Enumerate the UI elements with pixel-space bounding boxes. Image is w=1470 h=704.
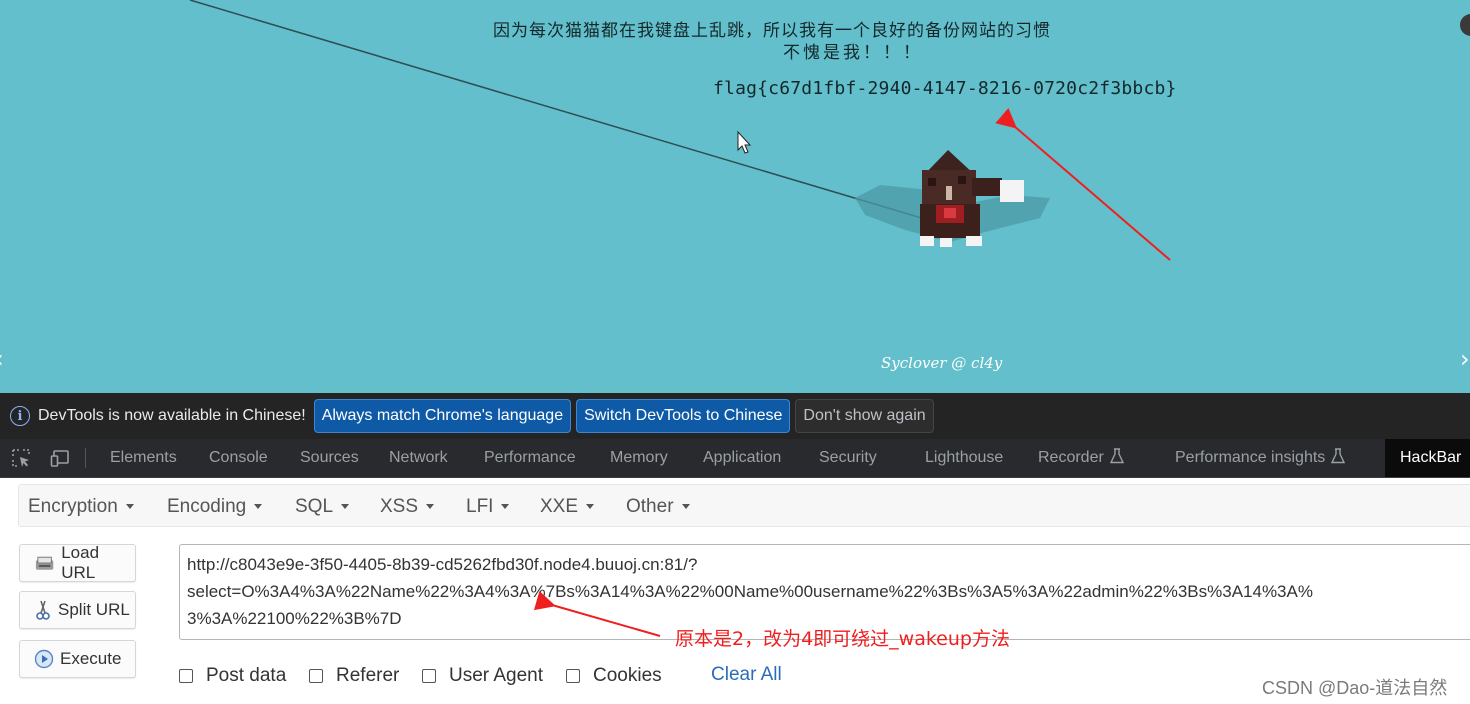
menu-other-label: Other (626, 496, 674, 517)
flag-text: flag{c67d1fbf-2940-4147-8216-0720c2f3bbc… (713, 78, 1177, 99)
tab-lighthouse[interactable]: Lighthouse (925, 439, 1003, 477)
tab-recorder-label: Recorder (1038, 449, 1104, 466)
dont-show-again-button[interactable]: Don't show again (795, 399, 934, 433)
web-page-viewport: 因为每次猫猫都在我键盘上乱跳，所以我有一个良好的备份网站的习惯 不愧是我！！！ … (0, 0, 1470, 393)
scissors-icon (36, 600, 50, 620)
menu-encoding-label: Encoding (167, 496, 247, 517)
device-toggle-icon[interactable] (50, 448, 70, 468)
referer-option[interactable]: Referer (309, 664, 399, 688)
inspect-element-icon[interactable] (11, 448, 31, 468)
menu-xxe-label: XXE (540, 496, 579, 517)
referer-label: Referer (336, 665, 400, 686)
tab-network[interactable]: Network (389, 439, 448, 477)
tab-application[interactable]: Application (703, 439, 781, 477)
user-agent-label: User Agent (449, 665, 543, 686)
post-data-option[interactable]: Post data (179, 664, 286, 688)
menu-encryption-label: Encryption (28, 496, 118, 517)
url-line-1: http://c8043e9e-3f50-4405-8b39-cd5262fbd… (187, 555, 698, 574)
caret-down-icon (341, 504, 350, 509)
mouse-cursor-icon (737, 130, 752, 154)
hackbar-panel: Encryption Encoding SQL XSS LFI XXE Othe… (0, 478, 1470, 704)
menu-other[interactable]: Other (626, 485, 690, 528)
menu-xxe[interactable]: XXE (540, 485, 595, 528)
menu-lfi-label: LFI (466, 496, 494, 517)
clear-all-link[interactable]: Clear All (711, 664, 782, 686)
tab-memory[interactable]: Memory (610, 439, 668, 477)
toolbar-separator (85, 448, 86, 468)
referer-checkbox[interactable] (309, 669, 323, 683)
tab-sources[interactable]: Sources (300, 439, 359, 477)
page-graphics (189, 0, 1050, 247)
split-url-label: Split URL (58, 600, 130, 619)
load-url-label: Load URL (61, 543, 100, 582)
tab-performance[interactable]: Performance (484, 439, 576, 477)
cookies-option[interactable]: Cookies (566, 664, 662, 688)
credit-text: Syclover @ cl4y (881, 354, 1003, 372)
always-match-language-button[interactable]: Always match Chrome's language (313, 399, 572, 433)
devtools-tab-bar: Elements Console Sources Network Perform… (0, 439, 1470, 478)
chevron-left-icon[interactable]: ‹ (0, 345, 4, 373)
caret-down-icon (681, 504, 690, 509)
cookies-checkbox[interactable] (566, 669, 580, 683)
menu-xss[interactable]: XSS (380, 485, 435, 528)
switch-to-chinese-button[interactable]: Switch DevTools to Chinese (576, 399, 791, 433)
cookies-label: Cookies (593, 665, 662, 686)
chevron-right-icon[interactable]: › (1460, 345, 1470, 373)
menu-lfi[interactable]: LFI (466, 485, 510, 528)
tab-elements[interactable]: Elements (110, 439, 177, 477)
caret-down-icon (586, 504, 595, 509)
load-url-icon (35, 556, 54, 570)
hackbar-menu-bar: Encryption Encoding SQL XSS LFI XXE Othe… (18, 484, 1470, 527)
tab-recorder[interactable]: Recorder (1038, 439, 1124, 477)
devtools-language-banner: i DevTools is now available in Chinese! … (0, 393, 1470, 439)
tab-security[interactable]: Security (819, 439, 877, 477)
annotation-text: 原本是2，改为4即可绕过_wakeup方法 (675, 628, 1010, 650)
execute-label: Execute (60, 649, 122, 668)
page-message-line1: 因为每次猫猫都在我键盘上乱跳，所以我有一个良好的备份网站的习惯 (493, 21, 1051, 41)
tab-console[interactable]: Console (209, 439, 268, 477)
caret-down-icon (125, 504, 134, 509)
tab-performance-insights[interactable]: Performance insights (1175, 439, 1346, 477)
menu-sql-label: SQL (295, 496, 334, 517)
tab-hackbar[interactable]: HackBar (1385, 439, 1470, 477)
caret-down-icon (501, 504, 510, 509)
menu-encoding[interactable]: Encoding (167, 485, 263, 528)
csdn-watermark: CSDN @Dao-道法自然 (1262, 678, 1448, 698)
load-url-button[interactable]: Load URL (19, 543, 136, 582)
caret-down-icon (426, 504, 435, 509)
post-data-label: Post data (206, 665, 287, 686)
caret-down-icon (254, 504, 263, 509)
banner-text: DevTools is now available in Chinese! (38, 407, 306, 424)
cat-figure (920, 150, 1024, 247)
user-agent-checkbox[interactable] (422, 669, 436, 683)
url-line-2: select=O%3A4%3A%22Name%22%3A4%3A%7Bs%3A1… (187, 582, 1313, 601)
info-icon: i (10, 406, 30, 426)
tab-performance-insights-label: Performance insights (1175, 449, 1326, 466)
experiment-flask-icon (1109, 448, 1124, 464)
menu-encryption[interactable]: Encryption (28, 485, 134, 528)
post-data-checkbox[interactable] (179, 669, 193, 683)
menu-sql[interactable]: SQL (295, 485, 350, 528)
split-url-button[interactable]: Split URL (19, 591, 136, 629)
execute-button[interactable]: Execute (19, 640, 136, 678)
user-agent-option[interactable]: User Agent (422, 664, 543, 688)
menu-xss-label: XSS (380, 496, 419, 517)
play-icon (34, 649, 54, 669)
experiment-flask-icon (1331, 448, 1346, 464)
page-message-line2: 不愧是我！！！ (783, 43, 923, 63)
